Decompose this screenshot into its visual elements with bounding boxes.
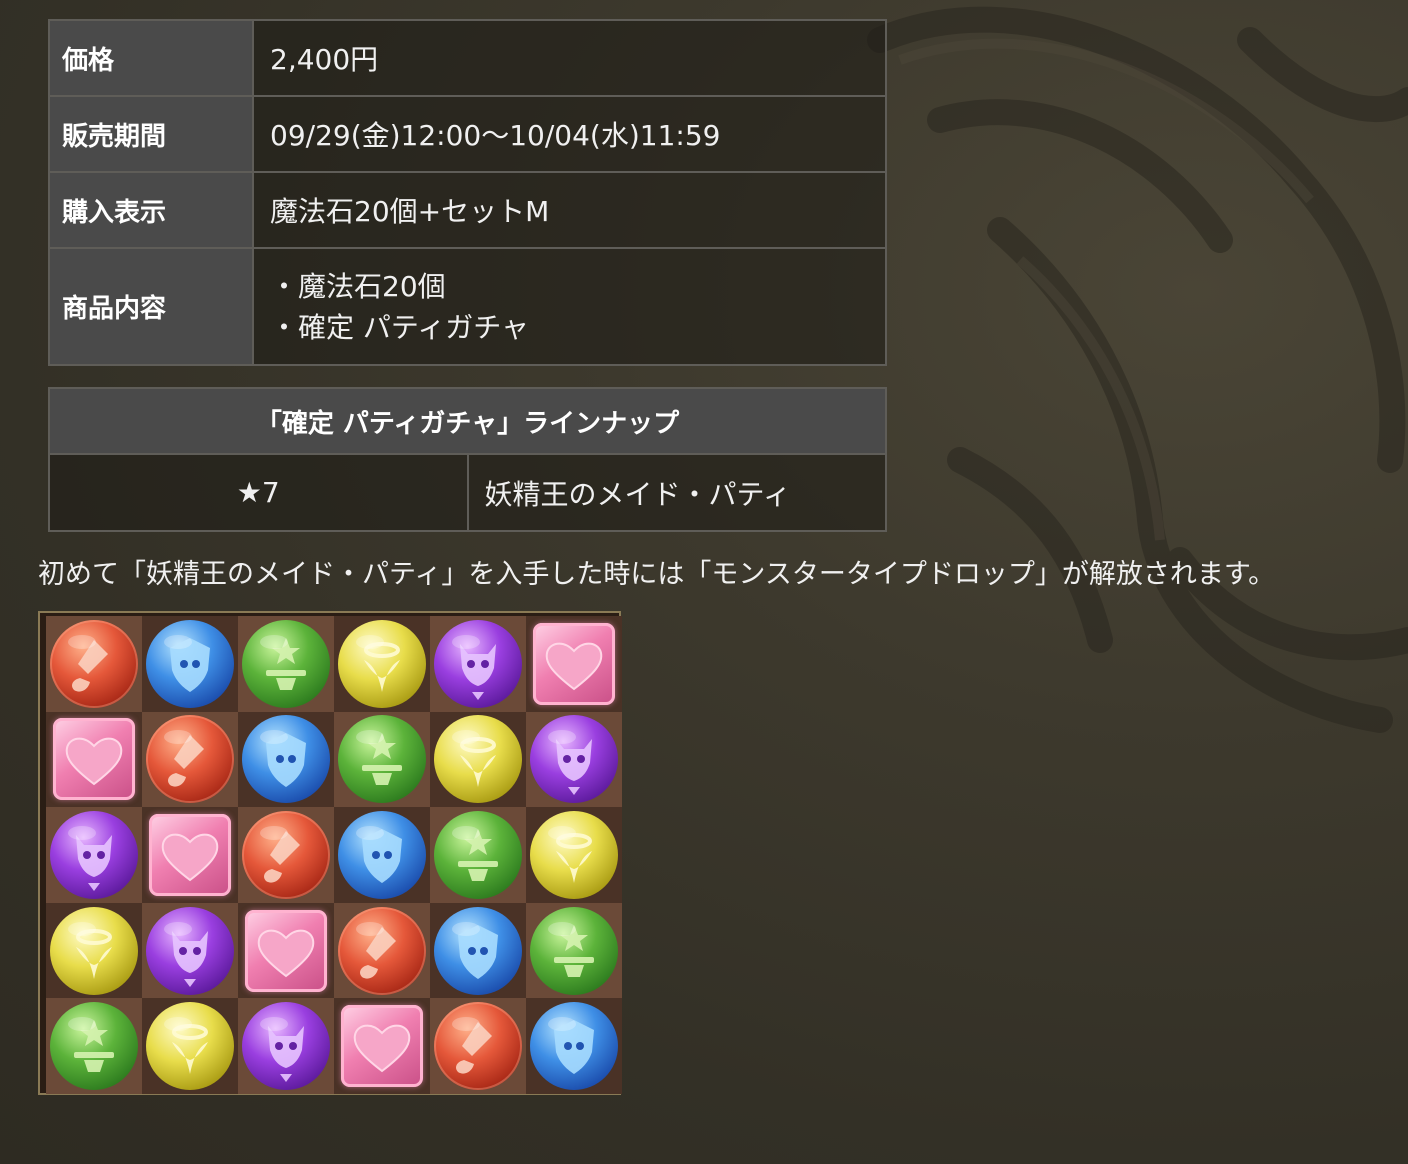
fire-orb[interactable]	[242, 810, 330, 899]
board-cell[interactable]	[238, 807, 334, 903]
light-orb[interactable]	[530, 810, 618, 899]
orb-grid	[46, 616, 622, 1094]
heart-orb[interactable]	[53, 718, 135, 801]
board-cell[interactable]	[238, 902, 334, 999]
contents-value: ・魔法石20個 ・確定 パティガチャ	[252, 247, 887, 366]
board-cell[interactable]	[46, 711, 142, 808]
water-orb[interactable]	[434, 906, 522, 995]
light-orb[interactable]	[50, 906, 138, 995]
board-cell[interactable]	[142, 616, 238, 712]
lineup-header: 「確定 パティガチャ」ラインナップ	[48, 387, 887, 455]
lineup-rarity: ★7	[48, 453, 469, 532]
board-cell[interactable]	[430, 998, 526, 1094]
heart-orb[interactable]	[245, 909, 327, 992]
board-cell[interactable]	[334, 902, 430, 999]
light-orb[interactable]	[338, 619, 426, 708]
lineup-table: 「確定 パティガチャ」ラインナップ ★7 妖精王のメイド・パティ	[48, 387, 887, 532]
heart-orb[interactable]	[341, 1005, 423, 1088]
board-cell[interactable]	[238, 998, 334, 1094]
board-cell[interactable]	[334, 711, 430, 808]
purchase-display-row: 購入表示 魔法石20個+セットM	[48, 171, 887, 249]
contents-row: 商品内容 ・魔法石20個 ・確定 パティガチャ	[48, 247, 887, 366]
price-row: 価格 2,400円	[48, 19, 887, 97]
dark-orb[interactable]	[146, 906, 234, 995]
board-cell[interactable]	[430, 807, 526, 903]
board-cell[interactable]	[526, 711, 622, 808]
board-cell[interactable]	[46, 998, 142, 1094]
dark-orb[interactable]	[50, 810, 138, 899]
water-orb[interactable]	[338, 810, 426, 899]
fire-orb[interactable]	[338, 906, 426, 995]
contents-item: ・魔法石20個	[270, 269, 446, 303]
sale-period-value: 09/29(金)12:00〜10/04(水)11:59	[252, 95, 887, 173]
lineup-monster-name: 妖精王のメイド・パティ	[466, 453, 887, 532]
board-cell[interactable]	[430, 616, 526, 712]
wood-orb[interactable]	[50, 1002, 138, 1091]
price-label: 価格	[48, 19, 254, 97]
heart-orb[interactable]	[533, 622, 615, 705]
board-cell[interactable]	[430, 902, 526, 999]
contents-label: 商品内容	[48, 247, 254, 366]
board-cell[interactable]	[430, 711, 526, 808]
price-value: 2,400円	[252, 19, 887, 97]
board-cell[interactable]	[334, 807, 430, 903]
fire-orb[interactable]	[434, 1002, 522, 1091]
board-cell[interactable]	[526, 616, 622, 712]
board-cell[interactable]	[526, 807, 622, 903]
sale-period-label: 販売期間	[48, 95, 254, 173]
board-cell[interactable]	[526, 902, 622, 999]
product-info-table: 価格 2,400円 販売期間 09/29(金)12:00〜10/04(水)11:…	[48, 19, 887, 366]
board-cell[interactable]	[334, 616, 430, 712]
lineup-row: ★7 妖精王のメイド・パティ	[48, 453, 887, 532]
board-cell[interactable]	[238, 616, 334, 712]
board-cell[interactable]	[238, 711, 334, 808]
wood-orb[interactable]	[434, 810, 522, 899]
dark-orb[interactable]	[530, 715, 618, 804]
board-cell[interactable]	[46, 616, 142, 712]
board-cell[interactable]	[46, 807, 142, 903]
orb-board	[38, 611, 622, 1095]
wood-orb[interactable]	[242, 619, 330, 708]
light-orb[interactable]	[434, 715, 522, 804]
purchase-display-value: 魔法石20個+セットM	[252, 171, 887, 249]
unlock-note: 初めて「妖精王のメイド・パティ」を入手した時には「モンスタータイプドロップ」が解…	[38, 559, 1276, 590]
board-cell[interactable]	[526, 998, 622, 1094]
contents-item: ・確定 パティガチャ	[270, 310, 529, 344]
light-orb[interactable]	[146, 1002, 234, 1091]
wood-orb[interactable]	[530, 906, 618, 995]
heart-orb[interactable]	[149, 813, 231, 896]
sale-period-row: 販売期間 09/29(金)12:00〜10/04(水)11:59	[48, 95, 887, 173]
fire-orb[interactable]	[50, 619, 138, 708]
board-cell[interactable]	[46, 902, 142, 999]
board-cell[interactable]	[142, 902, 238, 999]
dark-orb[interactable]	[434, 619, 522, 708]
water-orb[interactable]	[146, 619, 234, 708]
fire-orb[interactable]	[146, 715, 234, 804]
water-orb[interactable]	[530, 1002, 618, 1091]
water-orb[interactable]	[242, 715, 330, 804]
board-cell[interactable]	[142, 807, 238, 903]
wood-orb[interactable]	[338, 715, 426, 804]
dark-orb[interactable]	[242, 1002, 330, 1091]
board-cell[interactable]	[334, 998, 430, 1094]
board-cell[interactable]	[142, 998, 238, 1094]
purchase-display-label: 購入表示	[48, 171, 254, 249]
board-cell[interactable]	[142, 711, 238, 808]
